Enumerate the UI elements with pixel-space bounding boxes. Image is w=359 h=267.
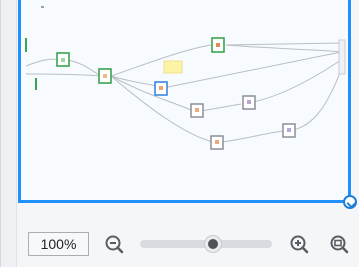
zoom-out-icon[interactable] [104, 234, 124, 254]
start-marker [25, 38, 27, 52]
minimap-viewport[interactable] [18, 0, 351, 203]
minimap-panel: 100% [0, 0, 359, 267]
node-2[interactable] [98, 68, 112, 84]
node-6[interactable] [242, 95, 256, 110]
tiny-mark [41, 6, 44, 8]
node-1[interactable] [56, 52, 70, 67]
zoom-level[interactable]: 100% [28, 232, 89, 256]
left-strip [1, 0, 17, 267]
workflow-graph [25, 6, 346, 150]
node-5[interactable] [190, 103, 204, 118]
end-node[interactable] [338, 39, 346, 75]
sticky-note[interactable] [163, 60, 183, 74]
resize-handle-icon[interactable] [343, 195, 357, 209]
zoom-in-icon[interactable] [289, 234, 309, 254]
node-7[interactable] [210, 135, 224, 150]
zoom-slider-thumb[interactable] [204, 236, 221, 252]
fit-to-screen-icon[interactable] [329, 234, 349, 254]
node-3[interactable] [211, 37, 225, 53]
node-4[interactable] [154, 81, 168, 96]
zoom-toolbar: 100% [18, 210, 359, 267]
node-8[interactable] [282, 123, 296, 138]
start-marker-secondary [35, 78, 37, 90]
